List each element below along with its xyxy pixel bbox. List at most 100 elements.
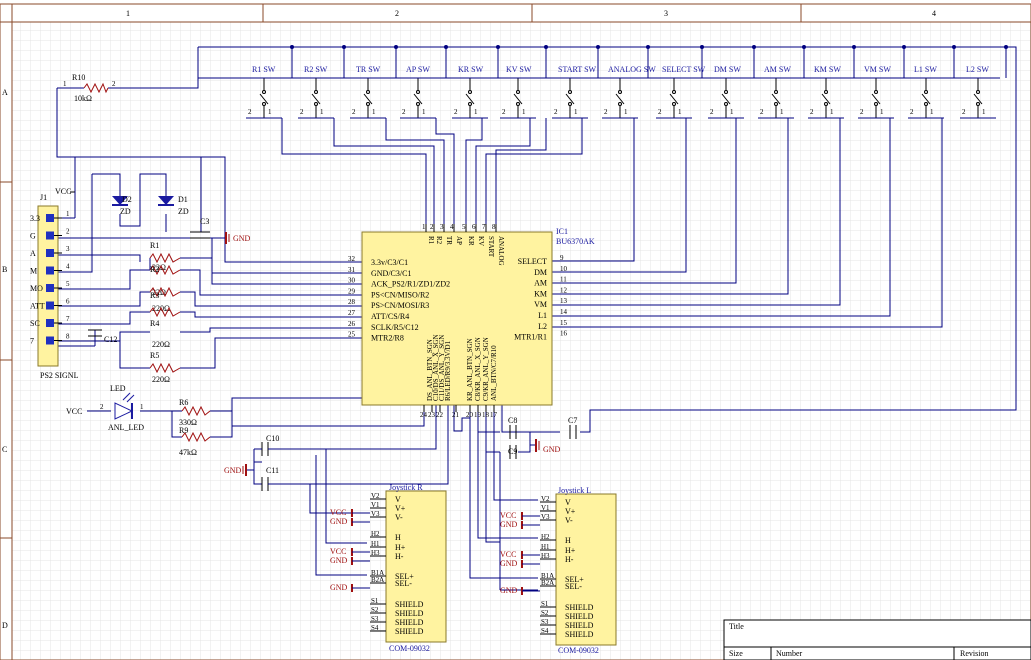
joystick-pin-name: H- bbox=[395, 552, 404, 561]
resistor-ref: R5 bbox=[150, 351, 159, 360]
col-label-3: 3 bbox=[664, 9, 668, 18]
r10-value: 10kΩ bbox=[74, 94, 92, 103]
switch-pin-a: 2 bbox=[810, 108, 814, 116]
switch-pin-a: 2 bbox=[910, 108, 914, 116]
ic-pin-number: 7 bbox=[482, 223, 486, 231]
joystick-pin-name: V- bbox=[395, 513, 403, 522]
ic-pin-number: 1 bbox=[422, 223, 426, 231]
joystick-r-part: COM-09032 bbox=[389, 644, 430, 653]
power-label: GND bbox=[330, 583, 348, 592]
joystick-pin-number: S3 bbox=[371, 615, 379, 623]
joystick-pin-name: V- bbox=[565, 516, 573, 525]
switch-pin-b: 1 bbox=[678, 108, 682, 116]
connector-pin-label: 7 bbox=[30, 337, 34, 346]
joystick-pin-name: SEL- bbox=[395, 579, 412, 588]
r10-pin2: 2 bbox=[112, 80, 116, 88]
joystick-pin-name: H- bbox=[565, 555, 574, 564]
ic-pin-number: 31 bbox=[348, 266, 356, 274]
led-name: ANL_LED bbox=[108, 423, 144, 432]
led-pin2: 2 bbox=[100, 403, 104, 411]
joystick-pin-number: V1 bbox=[541, 504, 550, 512]
ic-pin-name: R2 bbox=[435, 236, 443, 245]
joystick-pin-name: SHIELD bbox=[565, 603, 594, 612]
ic-pin-name: KV bbox=[477, 236, 485, 246]
r6-ref: R6 bbox=[179, 398, 188, 407]
joystick-pin-number: S3 bbox=[541, 618, 549, 626]
switch-label: L2 SW bbox=[966, 65, 989, 74]
switch-label: START SW bbox=[558, 65, 597, 74]
connector-pin-label: ATT bbox=[30, 302, 45, 311]
ic-pin-number: 28 bbox=[348, 298, 356, 306]
ic-pin-name: PS>CN/MOSI/R3 bbox=[371, 301, 429, 310]
switch-pin-a: 2 bbox=[454, 108, 458, 116]
switch-label: DM SW bbox=[714, 65, 741, 74]
joystick-pin-name: SEL- bbox=[565, 582, 582, 591]
connector-pin-label: A bbox=[30, 249, 36, 258]
joystick-pin-name: V+ bbox=[395, 504, 406, 513]
power-label: VCC bbox=[330, 547, 346, 556]
ic-pin-name: L2 bbox=[538, 322, 547, 331]
d1-ref: D1 bbox=[178, 195, 188, 204]
d2-ref: D2 bbox=[122, 195, 132, 204]
joystick-pin-number: H2 bbox=[371, 530, 380, 538]
c3-ref: C3 bbox=[200, 217, 209, 226]
switch-pin-a: 2 bbox=[502, 108, 506, 116]
connector-pin-label: G bbox=[30, 232, 36, 241]
joystick-pin-name: SHIELD bbox=[395, 618, 424, 627]
ic-pin-name: START bbox=[487, 236, 495, 258]
switch-pin-b: 1 bbox=[982, 108, 986, 116]
schematic-sheet: 1 2 3 4 A B C D Title Size Number Revisi… bbox=[0, 0, 1031, 660]
power-label: GND bbox=[500, 586, 518, 595]
joystick-pin-number: H1 bbox=[541, 543, 550, 551]
c7-ref: C7 bbox=[568, 416, 577, 425]
power-label: GND bbox=[500, 559, 518, 568]
joystick-pin-number: V3 bbox=[371, 510, 380, 518]
switch-label: SELECT SW bbox=[662, 65, 706, 74]
row-label-c: C bbox=[2, 445, 7, 454]
joystick-pin-name: SHIELD bbox=[395, 600, 424, 609]
switch-label: ANALOG SW bbox=[608, 65, 656, 74]
switch-pin-a: 2 bbox=[604, 108, 608, 116]
ic-pin-number: 19 bbox=[474, 411, 482, 419]
ic-pin-number: 12 bbox=[560, 286, 568, 294]
ic-pin-number: 4 bbox=[450, 223, 454, 231]
c10-c11-gnd: GND bbox=[224, 466, 242, 475]
title-block-title: Title bbox=[729, 622, 744, 631]
switch-pin-a: 2 bbox=[352, 108, 356, 116]
led-ref: LED bbox=[110, 384, 126, 393]
c3-gnd: GND bbox=[233, 234, 251, 243]
power-label: GND bbox=[500, 520, 518, 529]
ic-pin-number: 10 bbox=[560, 265, 568, 273]
joystick-pin-number: B2A bbox=[541, 579, 554, 587]
resistor-ref: R2 bbox=[150, 265, 159, 274]
ic-pin-name: L1 bbox=[538, 311, 547, 320]
led-vcc: VCC bbox=[66, 407, 82, 416]
joystick-pin-name: V+ bbox=[565, 507, 576, 516]
r10-pin1: 1 bbox=[63, 80, 67, 88]
c8-c9-gnd: GND bbox=[543, 445, 561, 454]
ic-pin-number: 26 bbox=[348, 320, 356, 328]
ic-pin-number: 6 bbox=[472, 223, 476, 231]
ic-pin-number: 23 bbox=[428, 411, 436, 419]
ic-pin-name: 3.3v/C3/C1 bbox=[371, 258, 408, 267]
joystick-pin-number: H1 bbox=[371, 540, 380, 548]
ic-pin-name: PS<CN/MISO/R2 bbox=[371, 290, 429, 299]
joystick-pin-number: S2 bbox=[371, 606, 379, 614]
ic-pin-name: VM bbox=[534, 300, 547, 309]
resistor-ref: R1 bbox=[150, 241, 159, 250]
joystick-pin-name: SHIELD bbox=[565, 621, 594, 630]
joystick-r-title: Joystick R bbox=[389, 483, 423, 492]
joystick-l-part: COM-09032 bbox=[558, 646, 599, 655]
resistor-value: 220Ω bbox=[152, 375, 170, 384]
resistor-value: 220Ω bbox=[152, 340, 170, 349]
ic-pin-number: 3 bbox=[440, 223, 444, 231]
ic-pin-name: AP bbox=[455, 236, 463, 245]
ic-pin-number: 20 bbox=[466, 411, 474, 419]
switch-pin-a: 2 bbox=[300, 108, 304, 116]
switch-label: R1 SW bbox=[252, 65, 276, 74]
row-label-b: B bbox=[2, 265, 7, 274]
c9-ref: C9 bbox=[508, 447, 517, 456]
connector-pin-number: 4 bbox=[66, 263, 70, 271]
joystick-pin-number: V3 bbox=[541, 513, 550, 521]
d1-value: ZD bbox=[178, 207, 189, 216]
